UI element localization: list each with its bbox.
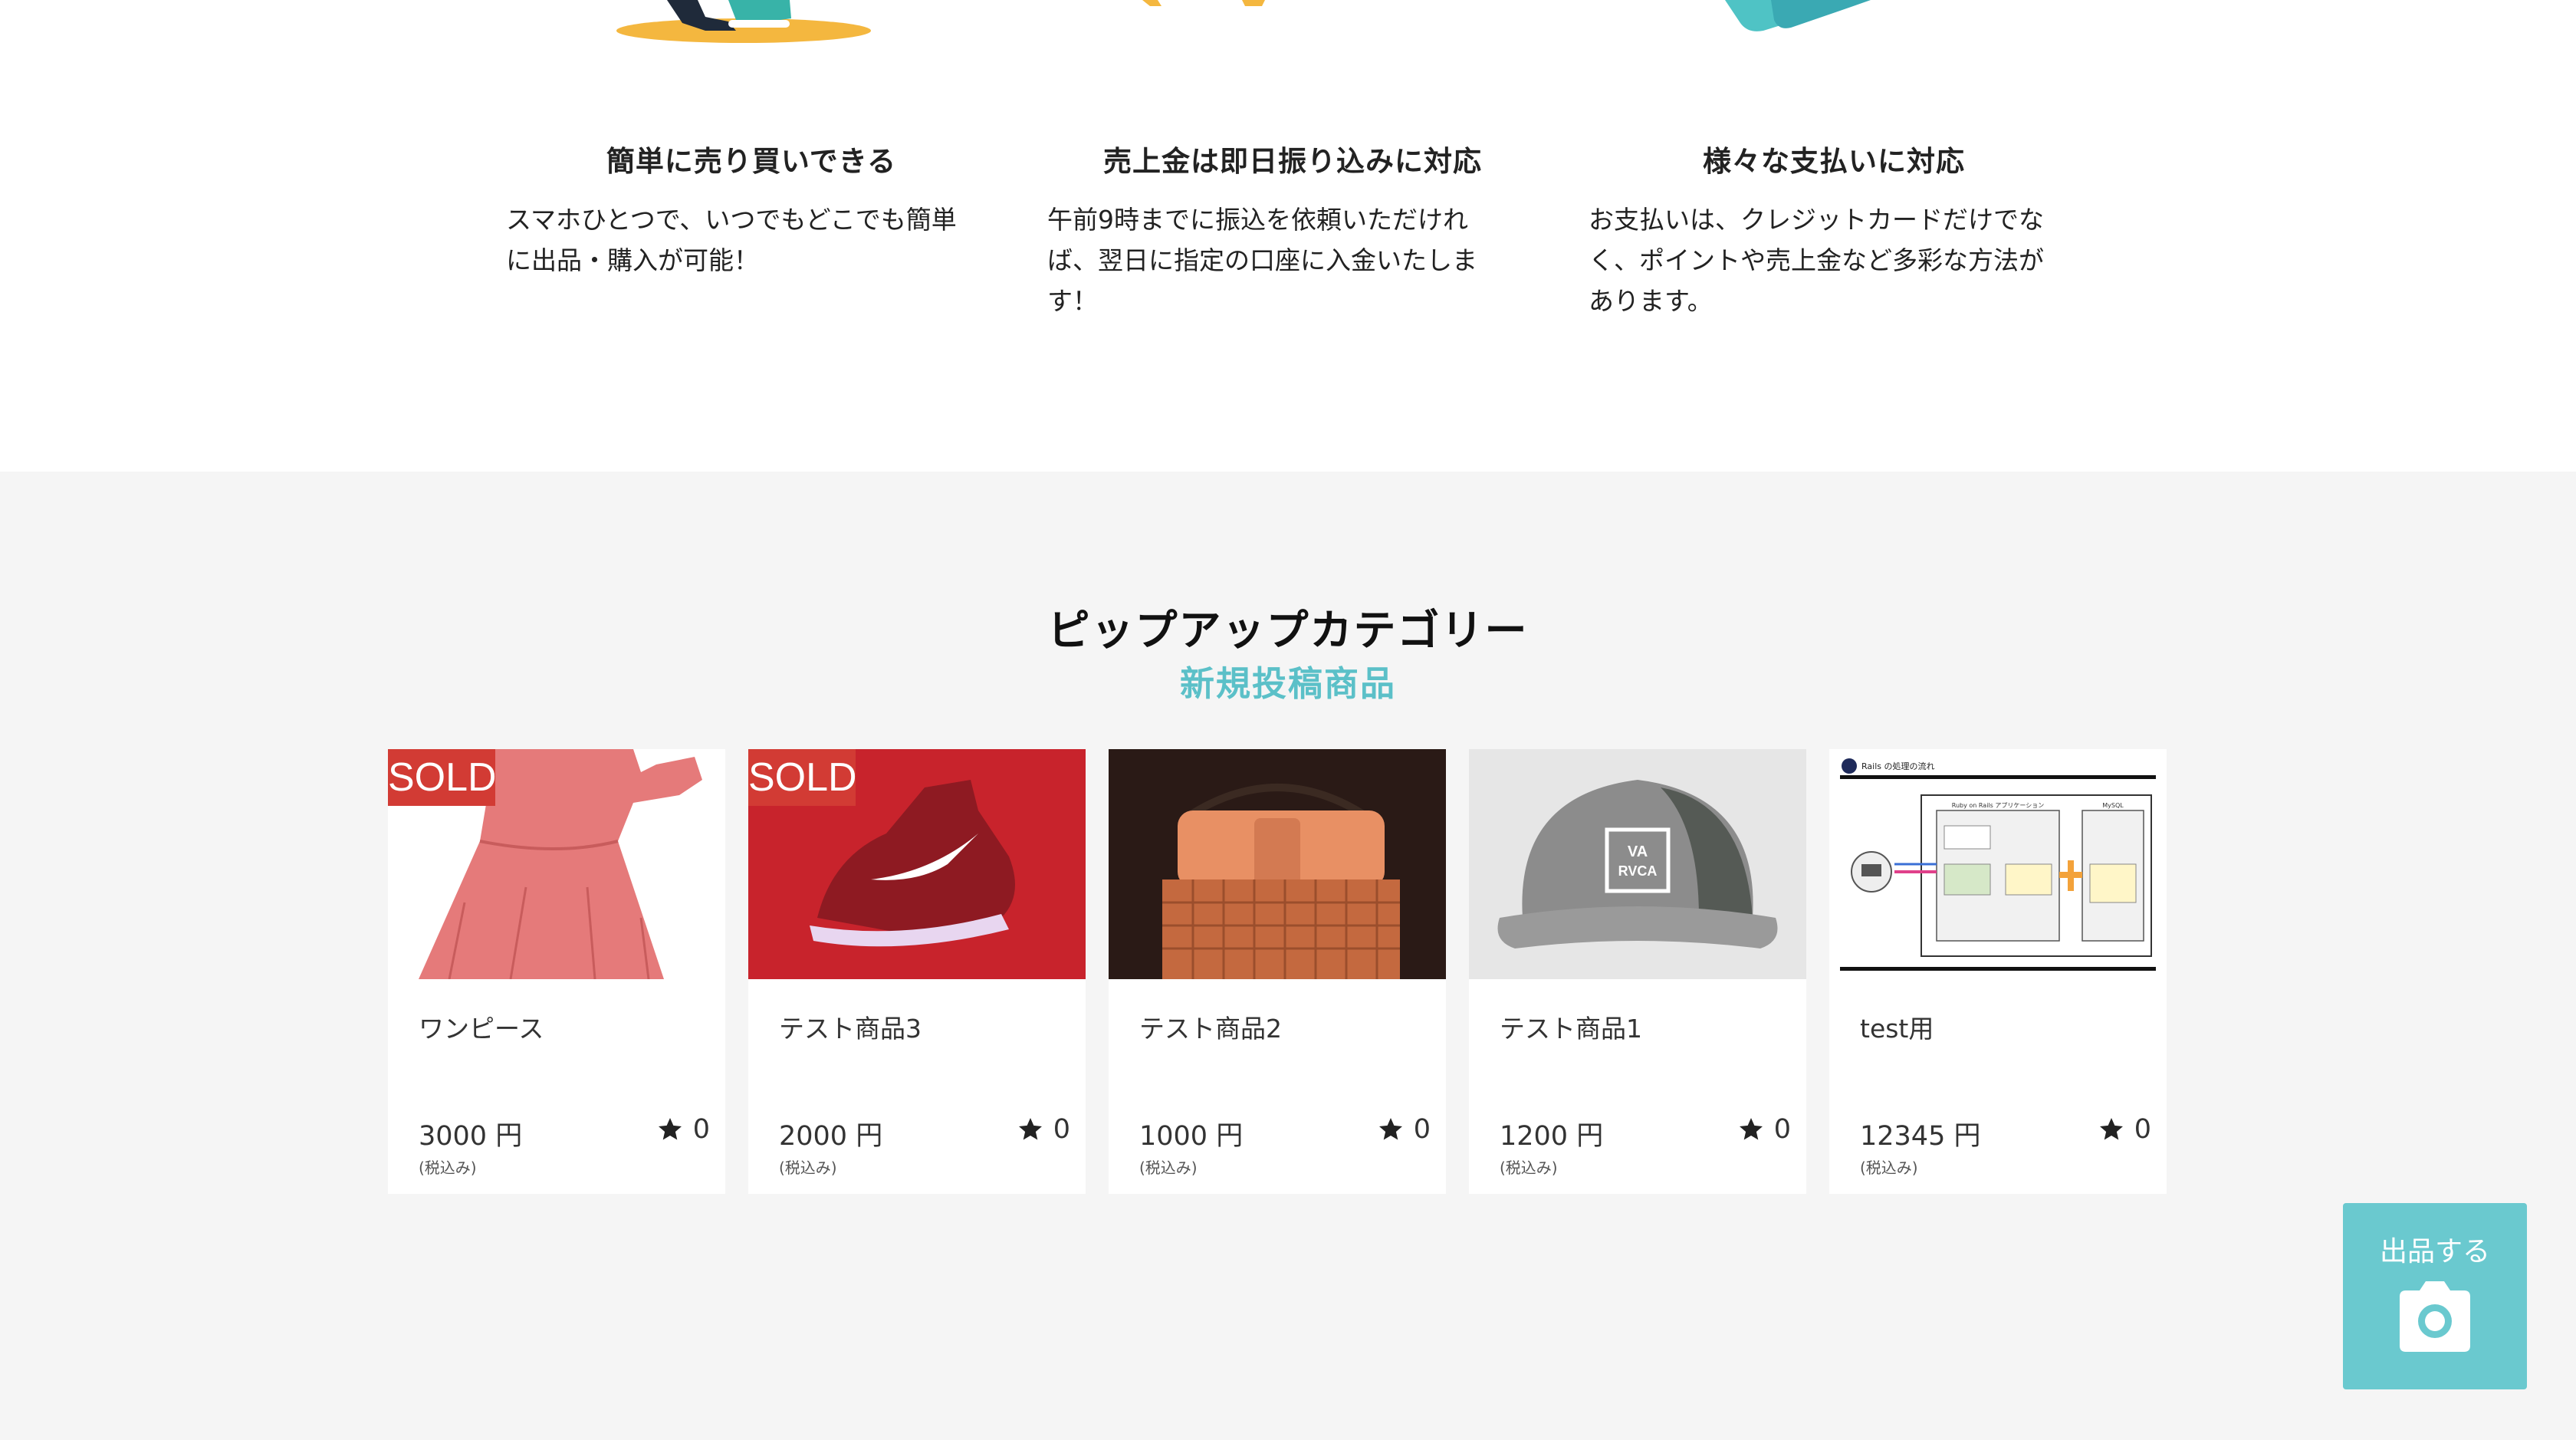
item-tax-label: (税込み) [1860, 1159, 1918, 1177]
camera-icon [2400, 1281, 2470, 1352]
feature-title: 売上金は即日振り込みに対応 [1103, 145, 1482, 178]
cap-logo-top: VA [1628, 843, 1648, 860]
item-price: 1200 円 [1500, 1121, 1604, 1152]
handbag-image [1109, 749, 1446, 979]
item-card[interactable]: Rails の処理の流れ Ruby on Rails アプリケーション MySQ… [1829, 749, 2167, 1194]
feature-text-line: く、ポイントや売上金など多彩な方法が [1589, 245, 2044, 275]
item-tax-label: (税込み) [779, 1159, 837, 1177]
diagram-db-label: MySQL [2102, 802, 2124, 809]
feature-text: スマホひとつで、いつでもどこでも簡単 に出品・購入が可能！ [506, 199, 997, 281]
item-image[interactable]: SOLD [388, 749, 725, 979]
item-likes[interactable]: 0 [1737, 1114, 1791, 1145]
item-price: 1000 円 [1139, 1121, 1244, 1152]
item-card[interactable]: SOLD テスト商品3 2000 円 (税込み) 0 [748, 749, 1086, 1194]
star-icon [1378, 1118, 1402, 1140]
star-icon [1739, 1118, 1763, 1140]
feature-text-line: に出品・購入が可能！ [506, 245, 759, 275]
item-price: 12345 円 [1860, 1121, 1981, 1152]
sell-button-label: 出品する [2379, 1236, 2490, 1267]
sneaker-illustration-icon [616, 0, 871, 43]
item-tax-label: (税込み) [1500, 1159, 1558, 1177]
item-name[interactable]: テスト商品3 [779, 1008, 922, 1045]
item-name[interactable]: ワンピース [419, 1008, 544, 1045]
like-count: 0 [692, 1114, 710, 1145]
section-subtitle: 新規投稿商品 [1179, 663, 1396, 704]
feature-text-line: 午前9時までに振込を依頼いただけれ [1047, 205, 1468, 235]
sold-badge: SOLD [388, 749, 497, 806]
feature-text-line: お支払いは、クレジットカードだけでな [1589, 205, 2044, 235]
feature-text: 午前9時までに振込を依頼いただけれ ば、翌日に指定の口座に入金いたしま す！ [1047, 199, 1538, 321]
item-card[interactable]: SOLD ワンピース 3000 円 (税込み) 0 [388, 749, 725, 1194]
cap-image: VA RVCA [1469, 749, 1806, 979]
feature-payment-methods: 様々な支払いに対応 お支払いは、クレジットカードだけでな く、ポイントや売上金な… [1589, 138, 2079, 321]
feature-quick-payout: 売上金は即日振り込みに対応 午前9時までに振込を依頼いただけれ ば、翌日に指定の… [1047, 138, 1538, 321]
item-likes[interactable]: 0 [1377, 1114, 1431, 1145]
feature-easy-trade: 簡単に売り買いできる スマホひとつで、いつでもどこでも簡単 に出品・購入が可能！ [506, 138, 997, 281]
item-card[interactable]: テスト商品2 1000 円 (税込み) 0 [1109, 749, 1446, 1194]
feature-text-line: す！ [1047, 286, 1098, 316]
item-tax-label: (税込み) [1139, 1159, 1198, 1177]
feature-text-line: スマホひとつで、いつでもどこでも簡単 [506, 205, 957, 235]
star-icon [2099, 1118, 2123, 1140]
star-icon [1018, 1118, 1042, 1140]
feature-title: 簡単に売り買いできる [606, 145, 897, 178]
pickup-category-section: ピップアップカテゴリー 新規投稿商品 SOLD ワンピース 3000 円 (税込… [0, 472, 2576, 1440]
star-icon [658, 1118, 682, 1140]
sold-badge: SOLD [748, 749, 857, 806]
coins-illustration-icon [1142, 0, 1265, 6]
sell-button[interactable]: 出品する [2343, 1203, 2527, 1389]
item-image[interactable]: SOLD [748, 749, 1086, 979]
diagram-app-label: Ruby on Rails アプリケーション [1952, 802, 2044, 809]
credit-card-illustration-icon [1725, 0, 1871, 31]
features-section: 簡単に売り買いできる スマホひとつで、いつでもどこでも簡単 に出品・購入が可能！… [0, 0, 2576, 472]
item-likes[interactable]: 0 [1017, 1114, 1070, 1145]
item-tax-label: (税込み) [419, 1159, 477, 1177]
like-count: 0 [1053, 1114, 1070, 1145]
item-name[interactable]: テスト商品2 [1139, 1008, 1282, 1045]
diagram-image: Rails の処理の流れ Ruby on Rails アプリケーション MySQ… [1829, 749, 2167, 979]
item-image[interactable] [1109, 749, 1446, 979]
item-name[interactable]: テスト商品1 [1500, 1008, 1642, 1045]
like-count: 0 [2134, 1114, 2151, 1145]
item-image[interactable]: VA RVCA [1469, 749, 1806, 979]
section-title: ピップアップカテゴリー [1047, 606, 1529, 655]
item-name[interactable]: test用 [1860, 1008, 1934, 1045]
cap-logo-bottom: RVCA [1618, 863, 1658, 879]
feature-text-line: ば、翌日に指定の口座に入金いたしま [1047, 245, 1477, 275]
item-likes[interactable]: 0 [656, 1114, 710, 1145]
item-price: 2000 円 [779, 1121, 883, 1152]
feature-title: 様々な支払いに対応 [1703, 145, 1965, 178]
feature-text: お支払いは、クレジットカードだけでな く、ポイントや売上金など多彩な方法が あり… [1589, 199, 2079, 321]
like-count: 0 [1773, 1114, 1791, 1145]
item-price: 3000 円 [419, 1121, 523, 1152]
item-likes[interactable]: 0 [2098, 1114, 2151, 1145]
diagram-header: Rails の処理の流れ [1861, 761, 1934, 771]
item-image[interactable]: Rails の処理の流れ Ruby on Rails アプリケーション MySQ… [1829, 749, 2167, 979]
item-card[interactable]: VA RVCA テスト商品1 1200 円 (税込み) 0 [1469, 749, 1806, 1194]
like-count: 0 [1413, 1114, 1431, 1145]
feature-text-line: あります。 [1589, 286, 1713, 316]
